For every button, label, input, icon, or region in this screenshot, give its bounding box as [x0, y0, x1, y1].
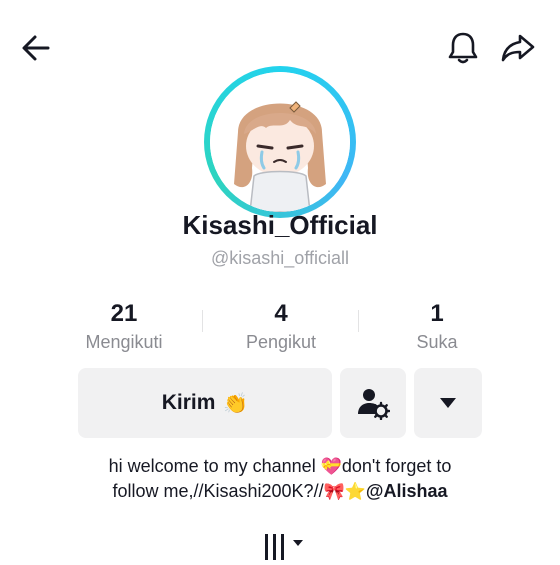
stat-divider [202, 310, 203, 332]
ribbon-icon: 🎀 [323, 482, 345, 501]
stat-followers-label: Pengikut [245, 332, 317, 352]
avatar-image [210, 72, 350, 212]
stat-followers-count: 4 [274, 300, 288, 327]
username: @kisashi_officiall [211, 248, 349, 268]
star-icon: ⭐ [344, 482, 366, 501]
bell-icon[interactable] [444, 28, 482, 68]
stat-likes-label: Suka [416, 332, 458, 352]
grid-columns-icon[interactable] [261, 530, 311, 560]
stat-likes[interactable]: 1 Suka [367, 300, 507, 354]
stat-following-label: Mengikuti [85, 332, 163, 352]
bio-text: hi welcome to my channel 💝don't forget t… [40, 454, 520, 504]
mention-link[interactable]: @Alishaa [366, 481, 448, 501]
person-gear-icon[interactable] [340, 368, 406, 438]
bio-line-2-text: follow me,//Kisashi200K?// [112, 481, 324, 501]
display-name: Kisashi_Official [182, 210, 378, 240]
caret-down-icon[interactable] [414, 368, 482, 438]
stat-likes-count: 1 [430, 300, 444, 327]
bio-line-1-text: hi welcome to my channel [108, 456, 321, 476]
stat-divider [358, 310, 359, 332]
clapping-hands-icon: 👏 [223, 392, 249, 415]
heart-ribbon-icon: 💝 [320, 457, 342, 476]
stat-following[interactable]: 21 Mengikuti [54, 300, 194, 354]
send-message-button[interactable]: Kirim 👏 [78, 368, 332, 438]
bio-line-2: follow me,//Kisashi200K?//🎀⭐@Alishaa [40, 479, 520, 504]
share-arrow-icon[interactable] [498, 28, 538, 68]
stat-followers[interactable]: 4 Pengikut [211, 300, 351, 354]
avatar[interactable] [204, 66, 356, 218]
bio-line-1: hi welcome to my channel 💝don't forget t… [40, 454, 520, 479]
back-arrow-icon[interactable] [16, 28, 56, 68]
stat-following-count: 21 [110, 300, 138, 327]
send-message-label: Kirim [161, 391, 216, 414]
bio-line-1-text2: don't forget to [341, 456, 452, 476]
